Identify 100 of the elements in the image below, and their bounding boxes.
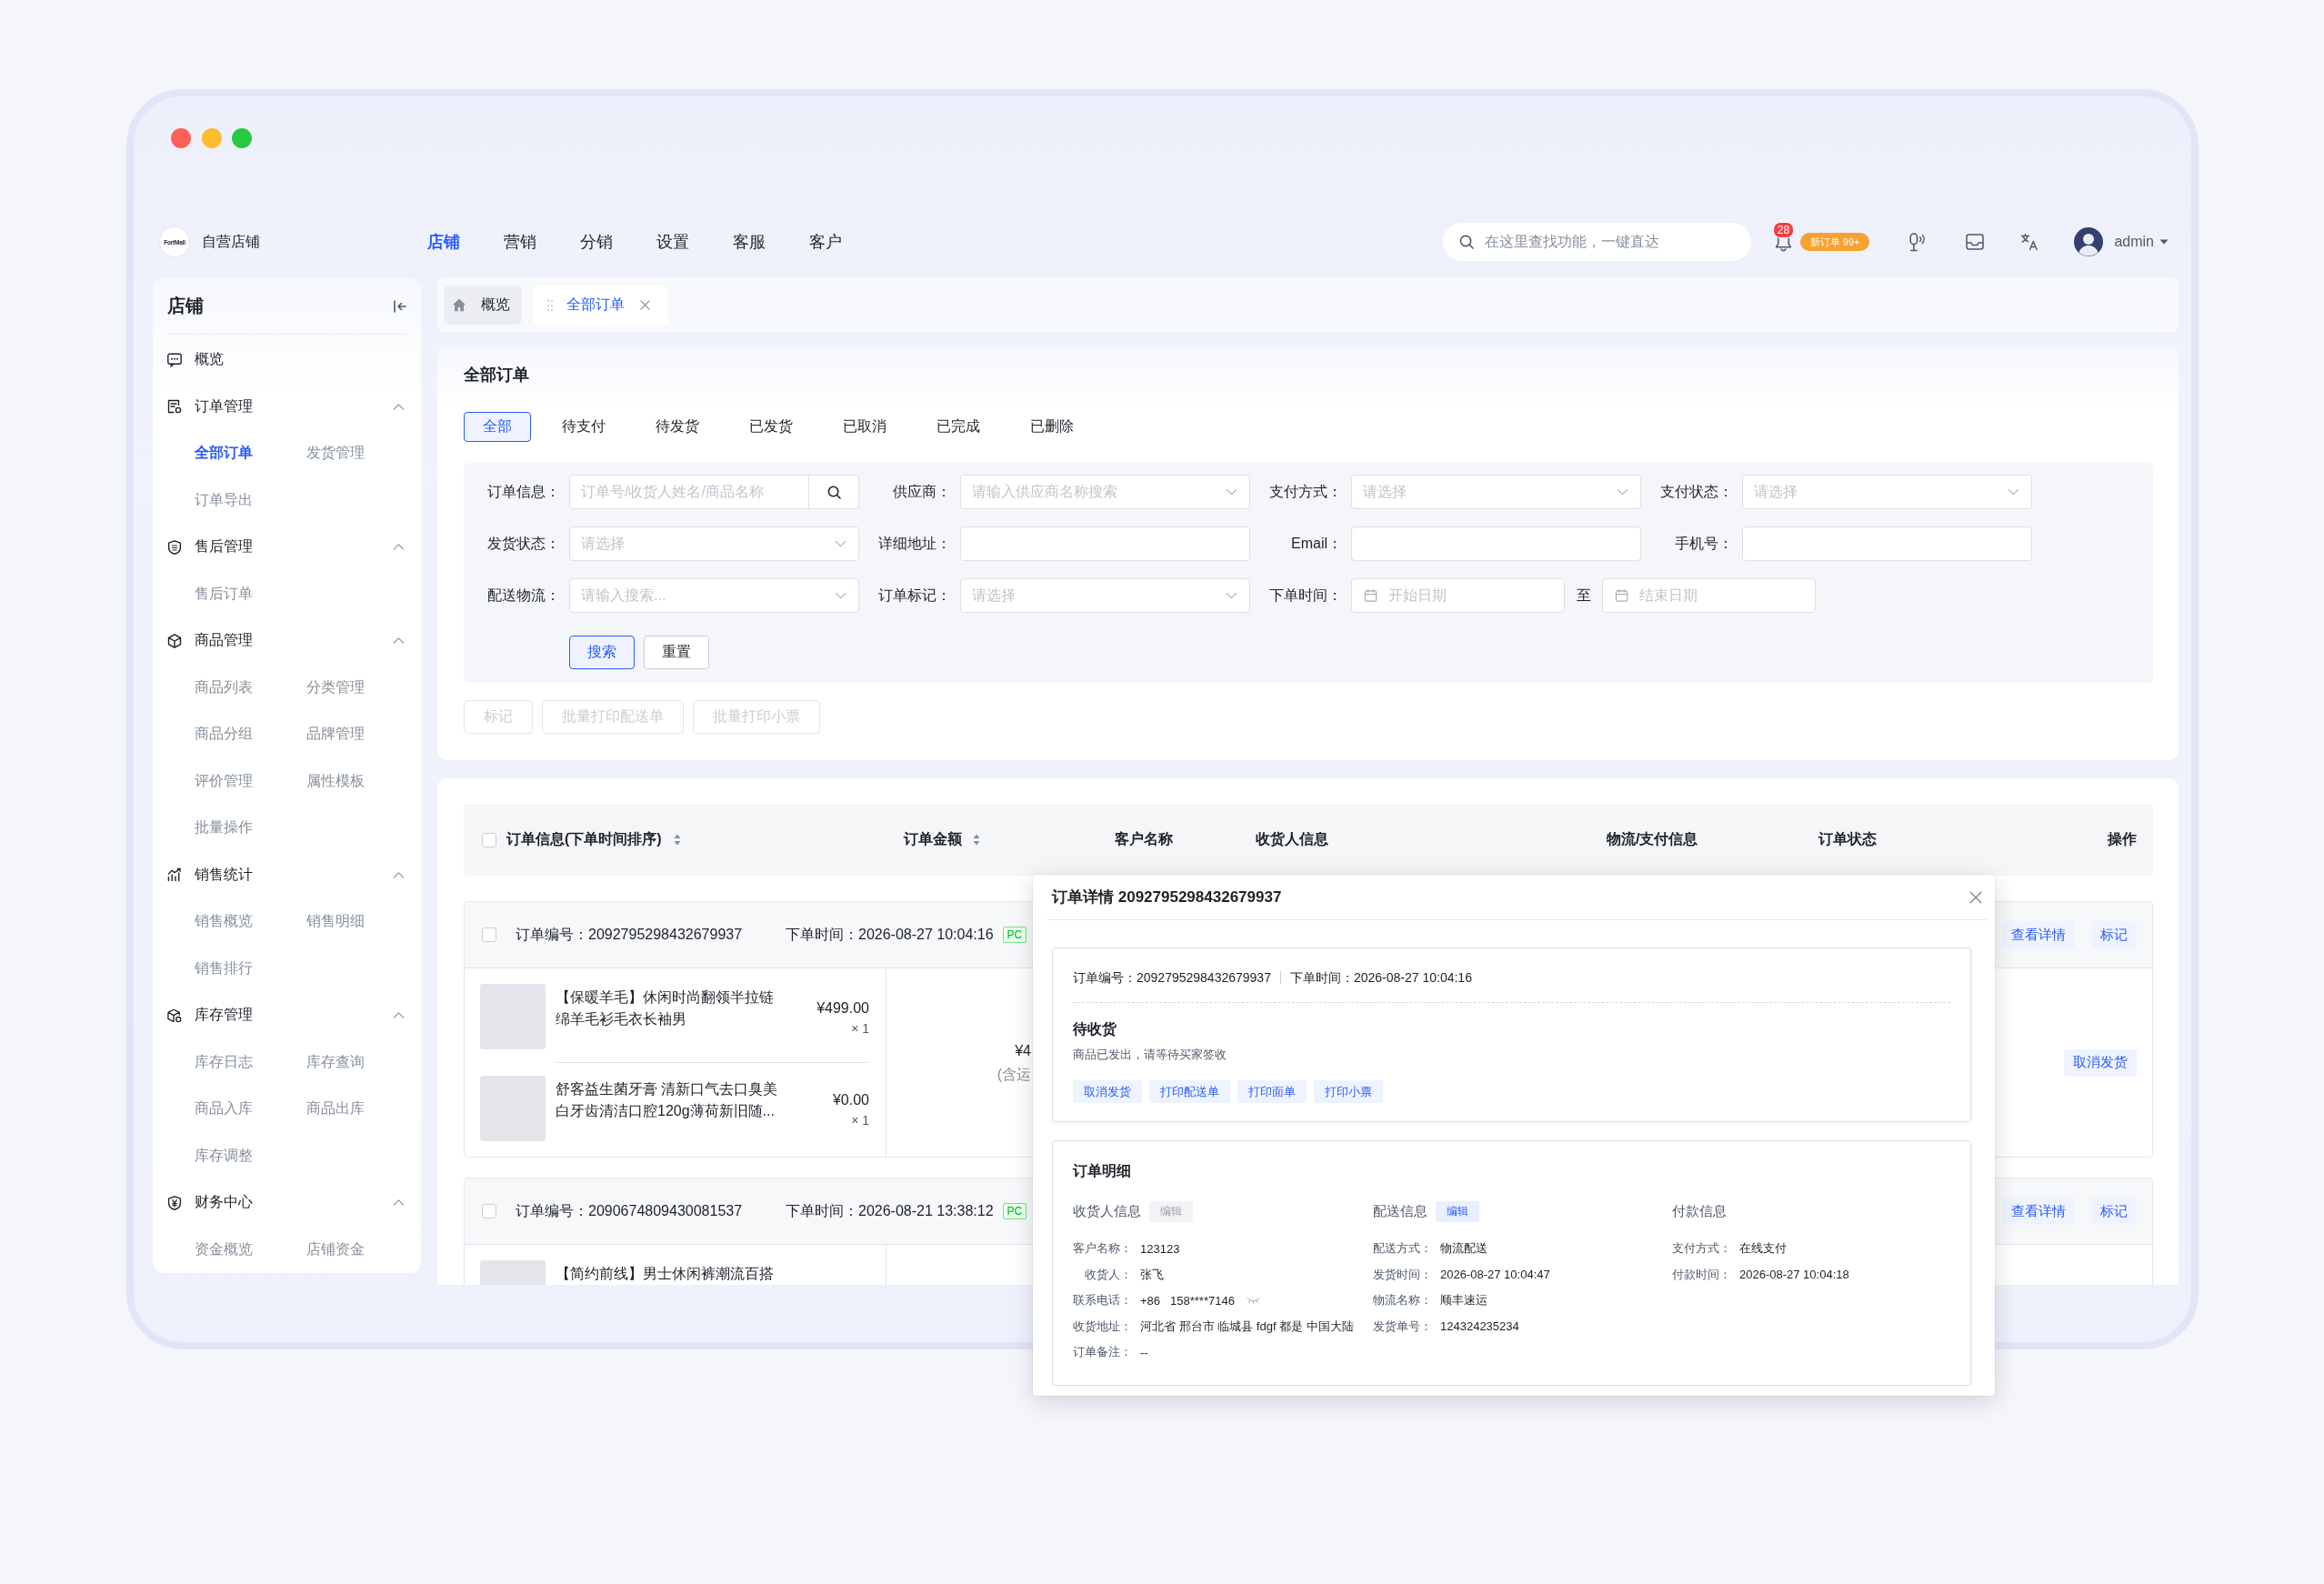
order-action-button[interactable]: 取消发货 — [2064, 1048, 2137, 1077]
order-action-button[interactable]: 标记 — [2091, 921, 2137, 948]
dialog-action-button[interactable]: 打印面单 — [1237, 1080, 1307, 1103]
dialog-action-button[interactable]: 打印配送单 — [1149, 1080, 1230, 1103]
product-quantity: × 1 — [851, 1112, 869, 1129]
sidebar-group[interactable]: 售后管理 — [153, 524, 421, 571]
product-quantity: × 1 — [851, 1020, 869, 1038]
sidebar-item[interactable]: 商品入库 — [195, 1086, 253, 1133]
sidebar-item[interactable]: 库存调整 — [195, 1132, 253, 1179]
sort-icon[interactable] — [673, 834, 681, 846]
sidebar-item[interactable]: 分类管理 — [306, 664, 365, 711]
column-header: 客户名称 — [1115, 830, 1173, 848]
nav-tab[interactable]: 店铺 — [427, 230, 460, 254]
field-value: 顺丰速运 — [1440, 1292, 1488, 1309]
select-field[interactable]: 请选择 — [569, 526, 859, 561]
user-menu[interactable]: admin — [2074, 227, 2169, 256]
sidebar-item[interactable]: 属性模板 — [306, 757, 365, 805]
calendar-icon — [1615, 588, 1628, 603]
status-tab[interactable]: 已取消 — [824, 412, 906, 442]
dialog-action-button[interactable]: 打印小票 — [1314, 1080, 1383, 1103]
page-tab[interactable]: 全部订单 — [533, 286, 668, 325]
sidebar-item[interactable]: 店铺资金 — [306, 1226, 365, 1273]
search-field[interactable]: 订单号/收货人姓名/商品名称 — [569, 475, 809, 509]
sidebar-group[interactable]: 商品管理 — [153, 617, 421, 665]
sidebar-group[interactable]: 订单管理 — [153, 383, 421, 430]
column-header: 订单状态 — [1818, 830, 1877, 848]
field-label: 发货时间： — [1373, 1266, 1432, 1283]
eye-off-icon[interactable] — [1246, 1297, 1260, 1305]
sidebar-item[interactable]: 订单导出 — [195, 476, 253, 524]
sidebar-item[interactable]: 库存日志 — [195, 1038, 253, 1086]
sidebar-item[interactable]: 品牌管理 — [306, 711, 365, 758]
sidebar-item[interactable]: 商品出库 — [306, 1086, 365, 1133]
order-action-button[interactable]: 标记 — [2091, 1198, 2137, 1225]
nav-tab[interactable]: 客户 — [809, 230, 842, 254]
checkbox[interactable] — [482, 832, 496, 847]
sidebar-item[interactable]: 批量操作 — [195, 805, 253, 852]
sidebar-item[interactable]: 售后订单 — [195, 570, 253, 617]
sort-icon[interactable] — [973, 834, 980, 846]
close-icon[interactable] — [640, 300, 650, 310]
window-maximize-button[interactable] — [232, 128, 252, 148]
order-action-button[interactable]: 查看详情 — [2002, 1198, 2075, 1225]
search-button[interactable]: 搜索 — [569, 636, 635, 669]
date-field[interactable]: 开始日期 — [1351, 578, 1565, 613]
field-label: 手机号： — [1675, 534, 1733, 553]
search-button[interactable] — [809, 475, 859, 509]
window-close-button[interactable] — [171, 128, 191, 148]
window-minimize-button[interactable] — [201, 128, 222, 148]
text-field[interactable] — [1351, 526, 1641, 561]
field-value: -- — [1140, 1345, 1148, 1359]
sidebar-item[interactable]: 销售概览 — [195, 898, 253, 946]
sidebar-item[interactable]: 商品列表 — [195, 664, 253, 711]
select-field[interactable]: 请输入供应商名称搜索 — [960, 475, 1250, 509]
field-value: 物流配送 — [1440, 1240, 1488, 1258]
nav-tab[interactable]: 设置 — [656, 230, 689, 254]
text-field[interactable] — [960, 526, 1250, 561]
microphone-icon[interactable] — [1908, 232, 1926, 252]
sidebar-group[interactable]: 销售统计 — [153, 851, 421, 898]
date-field[interactable]: 结束日期 — [1602, 578, 1816, 613]
edit-button[interactable]: 编辑 — [1436, 1201, 1479, 1222]
translate-icon[interactable] — [2020, 233, 2039, 251]
sidebar-item[interactable]: 资金概览 — [195, 1226, 253, 1273]
order-action-button[interactable]: 查看详情 — [2002, 921, 2075, 948]
sidebar-item[interactable]: 概览 — [153, 336, 421, 384]
field-value: 在线支付 — [1739, 1240, 1787, 1258]
nav-tab[interactable]: 分销 — [580, 230, 613, 254]
page-tab[interactable]: 概览 — [444, 286, 522, 325]
sidebar-item[interactable]: 评价管理 — [195, 757, 253, 805]
select-field[interactable]: 请选择 — [1351, 475, 1641, 509]
select-field[interactable]: 请选择 — [960, 578, 1250, 613]
nav-tab[interactable]: 营销 — [504, 230, 536, 254]
sidebar-group[interactable]: 库存管理 — [153, 992, 421, 1039]
status-tab[interactable]: 已删除 — [1011, 412, 1093, 442]
reset-button[interactable]: 重置 — [644, 636, 709, 669]
sidebar-item[interactable]: 库存查询 — [306, 1038, 365, 1086]
select-field[interactable]: 请输入搜索... — [569, 578, 859, 613]
status-tab[interactable]: 全部 — [464, 412, 531, 442]
status-tab[interactable]: 待发货 — [636, 412, 718, 442]
sidebar-item[interactable]: 商品分组 — [195, 711, 253, 758]
sidebar-item[interactable]: 全部订单 — [195, 430, 253, 477]
select-field[interactable]: 请选择 — [1742, 475, 2032, 509]
details-title: 订单明细 — [1073, 1163, 1131, 1178]
status-tab[interactable]: 已发货 — [730, 412, 812, 442]
collapse-icon[interactable] — [393, 299, 407, 313]
sidebar-item[interactable]: 发货管理 — [306, 430, 365, 477]
section-title: 全部订单 — [464, 365, 529, 386]
sidebar-item[interactable]: 销售排行 — [195, 945, 253, 992]
sidebar-item[interactable]: 销售明细 — [306, 898, 365, 946]
text-field[interactable] — [1742, 526, 2032, 561]
status-tab[interactable]: 已完成 — [917, 412, 999, 442]
search-field[interactable]: 在这里查找功能，一键直达 — [1442, 223, 1751, 261]
checkbox[interactable] — [482, 1204, 496, 1218]
sidebar-group[interactable]: 财务中心 — [153, 1179, 421, 1227]
checkbox[interactable] — [482, 927, 496, 942]
order-amount: ¥4 — [1015, 1041, 1031, 1060]
nav-tab[interactable]: 客服 — [733, 230, 766, 254]
close-icon[interactable] — [1969, 890, 1982, 904]
dialog-action-button[interactable]: 取消发货 — [1073, 1080, 1142, 1103]
inbox-icon[interactable] — [1966, 234, 1985, 250]
status-tab[interactable]: 待支付 — [543, 412, 625, 442]
shield-icon — [167, 539, 182, 555]
